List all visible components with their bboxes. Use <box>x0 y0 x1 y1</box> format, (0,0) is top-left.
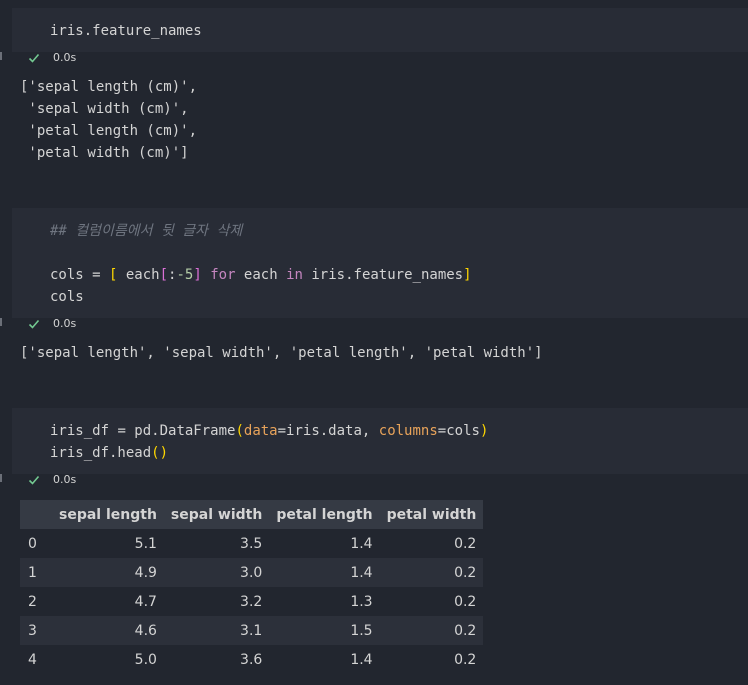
table-cell: 3.2 <box>163 587 270 616</box>
code-editor[interactable]: iris.feature_names <box>50 20 202 42</box>
table-cell: 3.1 <box>163 616 270 645</box>
code-editor[interactable]: ## 컬럼이름에서 뒷 글자 삭제 cols = [ each[:-5] for… <box>50 220 472 308</box>
check-icon <box>28 475 40 485</box>
exec-time: 0.0s <box>53 51 77 64</box>
table-cell: 4.7 <box>52 587 164 616</box>
table-cell: 0.2 <box>379 616 484 645</box>
code-editor[interactable]: iris_df = pd.DataFrame(data=iris.data, c… <box>50 420 488 464</box>
code-cell-3[interactable]: iris_df = pd.DataFrame(data=iris.data, c… <box>12 408 748 474</box>
table-row: 1 4.9 3.0 1.4 0.2 <box>20 558 484 587</box>
cell-status-1: 0.0s <box>0 48 748 70</box>
dataframe-table: sepal length sepal width petal length pe… <box>20 500 484 674</box>
table-cell: 1.4 <box>269 645 380 674</box>
table-cell: 0.2 <box>379 529 484 558</box>
table-cell: 1.5 <box>269 616 380 645</box>
code-cell-2[interactable]: ## 컬럼이름에서 뒷 글자 삭제 cols = [ each[:-5] for… <box>12 208 748 318</box>
table-header-row: sepal length sepal width petal length pe… <box>20 500 484 529</box>
code-comment: ## 컬럼이름에서 뒷 글자 삭제 <box>50 223 243 239</box>
table-row: 0 5.1 3.5 1.4 0.2 <box>20 529 484 558</box>
table-cell: 4.6 <box>52 616 164 645</box>
gutter-marker <box>0 474 2 482</box>
table-row: 4 5.0 3.6 1.4 0.2 <box>20 645 484 674</box>
table-cell: 5.1 <box>52 529 164 558</box>
code-line: cols <box>50 289 84 305</box>
table-cell: 1.4 <box>269 529 380 558</box>
output-line: ['sepal length', 'sepal width', 'petal l… <box>20 345 543 361</box>
table-cell: 0.2 <box>379 587 484 616</box>
table-cell: 3.5 <box>163 529 270 558</box>
check-icon <box>28 53 40 63</box>
exec-time: 0.0s <box>53 317 77 330</box>
column-header: sepal width <box>163 500 270 529</box>
gutter-marker <box>0 52 2 60</box>
index-header <box>20 500 52 529</box>
cell-status-3: 0.0s <box>0 470 748 492</box>
row-index: 0 <box>20 529 52 558</box>
row-index: 2 <box>20 587 52 616</box>
table-cell: 0.2 <box>379 558 484 587</box>
row-index: 3 <box>20 616 52 645</box>
code-cell-1[interactable]: iris.feature_names <box>12 8 748 52</box>
table-row: 3 4.6 3.1 1.5 0.2 <box>20 616 484 645</box>
column-header: petal length <box>269 500 380 529</box>
gutter-marker <box>0 318 2 326</box>
table-cell: 4.9 <box>52 558 164 587</box>
notebook: iris.feature_names 0.0s ['sepal length (… <box>0 0 748 685</box>
code-line: iris_df = pd.DataFrame(data=iris.data, c… <box>50 423 489 439</box>
column-header: petal width <box>379 500 484 529</box>
table-cell: 5.0 <box>52 645 164 674</box>
column-header: sepal length <box>52 500 164 529</box>
table-cell: 1.3 <box>269 587 380 616</box>
row-index: 1 <box>20 558 52 587</box>
code-line: cols = [ each[:-5] for each in iris.feat… <box>50 267 472 283</box>
output-line: 'petal width (cm)'] <box>20 145 189 161</box>
row-index: 4 <box>20 645 52 674</box>
code-line: iris.feature_names <box>50 23 202 39</box>
check-icon <box>28 319 40 329</box>
output-line: ['sepal length (cm)', <box>20 79 198 95</box>
code-line: iris_df.head() <box>50 445 169 461</box>
cell-output-1: ['sepal length (cm)', 'sepal width (cm)'… <box>20 76 197 164</box>
exec-time: 0.0s <box>53 473 77 486</box>
table-cell: 3.0 <box>163 558 270 587</box>
table-row: 2 4.7 3.2 1.3 0.2 <box>20 587 484 616</box>
table-cell: 0.2 <box>379 645 484 674</box>
output-line: 'sepal width (cm)', <box>20 101 189 117</box>
output-line: 'petal length (cm)', <box>20 123 198 139</box>
cell-output-2: ['sepal length', 'sepal width', 'petal l… <box>20 342 543 364</box>
table-cell: 1.4 <box>269 558 380 587</box>
table-cell: 3.6 <box>163 645 270 674</box>
cell-status-2: 0.0s <box>0 314 748 336</box>
